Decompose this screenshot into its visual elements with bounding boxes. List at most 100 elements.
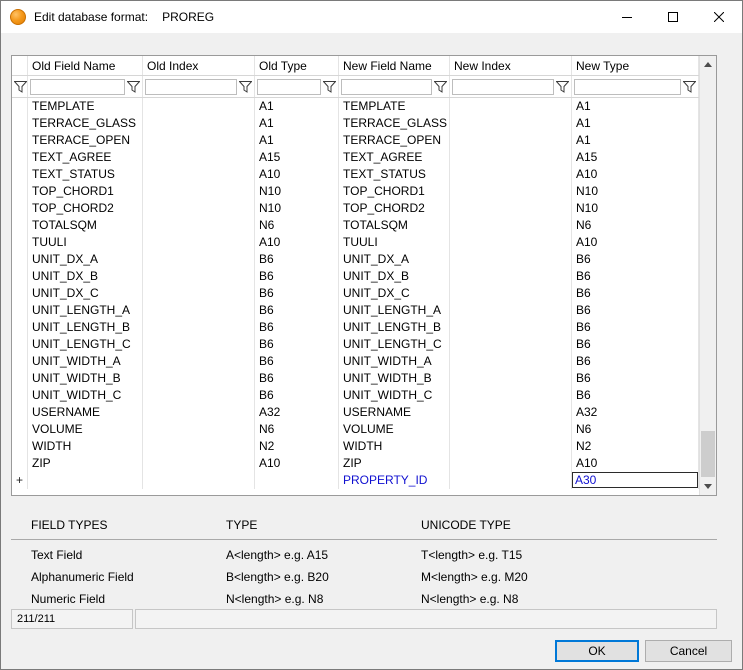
cell-new-type[interactable]: B6	[572, 285, 699, 302]
cell-old-index[interactable]	[143, 370, 255, 387]
cell-old-field-name[interactable]: UNIT_WIDTH_A	[28, 353, 143, 370]
cell-old-index[interactable]	[143, 200, 255, 217]
cell-new-field-name[interactable]: USERNAME	[339, 404, 450, 421]
filter-funnel-icon[interactable]	[239, 81, 252, 93]
cell-new-type[interactable]: B6	[572, 336, 699, 353]
cell-old-index[interactable]	[143, 149, 255, 166]
cell-new-type[interactable]: A10	[572, 166, 699, 183]
cell-old-index[interactable]	[143, 421, 255, 438]
cell-old-field-name[interactable]: UNIT_LENGTH_A	[28, 302, 143, 319]
cell-old-field-name[interactable]: TOTALSQM	[28, 217, 143, 234]
cell-new-type[interactable]: B6	[572, 370, 699, 387]
filter-input-old-type[interactable]	[257, 79, 321, 95]
filter-funnel-icon[interactable]	[14, 81, 27, 93]
cell-new-field-name[interactable]: ZIP	[339, 455, 450, 472]
cell-old-field-name[interactable]: TUULI	[28, 234, 143, 251]
cell-new-index[interactable]	[450, 336, 572, 353]
cell-new-index[interactable]	[450, 200, 572, 217]
cell-new-field-name[interactable]: TOTALSQM	[339, 217, 450, 234]
cell-old-type[interactable]: B6	[255, 302, 339, 319]
scrollbar-thumb[interactable]	[701, 431, 715, 477]
cell-old-type[interactable]: A10	[255, 166, 339, 183]
filter-funnel-icon[interactable]	[323, 81, 336, 93]
cell-old-field-name[interactable]: TERRACE_GLASS	[28, 115, 143, 132]
filter-funnel-icon[interactable]	[556, 81, 569, 93]
table-row[interactable]: VOLUME N6 VOLUME N6	[12, 421, 699, 438]
cell-new-field-name[interactable]: UNIT_WIDTH_A	[339, 353, 450, 370]
cell-old-type[interactable]: B6	[255, 353, 339, 370]
ok-button[interactable]: OK	[555, 640, 639, 662]
cell-new-type[interactable]: N10	[572, 183, 699, 200]
cell-new-field-name[interactable]: TEXT_STATUS	[339, 166, 450, 183]
cell-old-index[interactable]	[143, 268, 255, 285]
cell-old-type[interactable]: N6	[255, 421, 339, 438]
cell-new-type[interactable]: A1	[572, 98, 699, 115]
cell-new-field-name[interactable]: UNIT_DX_C	[339, 285, 450, 302]
cell-new-type[interactable]: N6	[572, 421, 699, 438]
cell-old-type[interactable]: A10	[255, 455, 339, 472]
table-row[interactable]: UNIT_DX_A B6 UNIT_DX_A B6	[12, 251, 699, 268]
table-row[interactable]: TEXT_STATUS A10 TEXT_STATUS A10	[12, 166, 699, 183]
cell-old-type[interactable]: B6	[255, 251, 339, 268]
cell-new-type[interactable]: B6	[572, 353, 699, 370]
vertical-scrollbar[interactable]	[699, 56, 716, 495]
cell-old-index[interactable]	[143, 472, 255, 489]
cell-new-field-name[interactable]: PROPERTY_ID	[339, 472, 450, 489]
cell-old-index[interactable]	[143, 98, 255, 115]
table-row[interactable]: ZIP A10 ZIP A10	[12, 455, 699, 472]
cell-old-type[interactable]: A1	[255, 98, 339, 115]
cell-new-type[interactable]: A10	[572, 455, 699, 472]
cell-old-field-name[interactable]: TERRACE_OPEN	[28, 132, 143, 149]
table-row[interactable]: UNIT_LENGTH_C B6 UNIT_LENGTH_C B6	[12, 336, 699, 353]
table-row[interactable]: TOP_CHORD1 N10 TOP_CHORD1 N10	[12, 183, 699, 200]
cell-old-index[interactable]	[143, 438, 255, 455]
cell-old-type[interactable]: A1	[255, 132, 339, 149]
cell-old-type[interactable]: A10	[255, 234, 339, 251]
cell-new-type[interactable]: A32	[572, 404, 699, 421]
cell-old-type[interactable]	[255, 472, 339, 489]
cell-old-field-name[interactable]: TEMPLATE	[28, 98, 143, 115]
cell-new-index[interactable]	[450, 387, 572, 404]
cell-old-field-name[interactable]: UNIT_LENGTH_C	[28, 336, 143, 353]
cell-old-index[interactable]	[143, 387, 255, 404]
table-row[interactable]: TERRACE_OPEN A1 TERRACE_OPEN A1	[12, 132, 699, 149]
cell-new-field-name[interactable]: TEMPLATE	[339, 98, 450, 115]
column-header-old-index[interactable]: Old Index	[143, 56, 255, 75]
cell-new-index[interactable]	[450, 132, 572, 149]
cell-old-index[interactable]	[143, 234, 255, 251]
cancel-button[interactable]: Cancel	[645, 640, 732, 662]
cell-new-index[interactable]	[450, 268, 572, 285]
new-field-row[interactable]: + PROPERTY_ID	[12, 472, 699, 489]
table-row[interactable]: UNIT_WIDTH_C B6 UNIT_WIDTH_C B6	[12, 387, 699, 404]
cell-new-index[interactable]	[450, 149, 572, 166]
column-header-old-field-name[interactable]: Old Field Name	[28, 56, 143, 75]
filter-input-new-field-name[interactable]	[341, 79, 432, 95]
scroll-up-button[interactable]	[700, 56, 716, 73]
table-row[interactable]: TUULI A10 TUULI A10	[12, 234, 699, 251]
filter-funnel-icon[interactable]	[683, 81, 696, 93]
table-row[interactable]: UNIT_DX_C B6 UNIT_DX_C B6	[12, 285, 699, 302]
cell-new-index[interactable]	[450, 438, 572, 455]
cell-new-type[interactable]: B6	[572, 302, 699, 319]
table-row[interactable]: TERRACE_GLASS A1 TERRACE_GLASS A1	[12, 115, 699, 132]
cell-new-index[interactable]	[450, 404, 572, 421]
cell-new-type[interactable]: A1	[572, 132, 699, 149]
table-row[interactable]: UNIT_DX_B B6 UNIT_DX_B B6	[12, 268, 699, 285]
table-row[interactable]: UNIT_LENGTH_A B6 UNIT_LENGTH_A B6	[12, 302, 699, 319]
table-row[interactable]: TOP_CHORD2 N10 TOP_CHORD2 N10	[12, 200, 699, 217]
table-row[interactable]: UNIT_WIDTH_A B6 UNIT_WIDTH_A B6	[12, 353, 699, 370]
cell-old-type[interactable]: B6	[255, 370, 339, 387]
cell-new-type[interactable]: N6	[572, 217, 699, 234]
cell-old-type[interactable]: B6	[255, 336, 339, 353]
cell-new-index[interactable]	[450, 183, 572, 200]
cell-old-index[interactable]	[143, 353, 255, 370]
filter-input-new-type[interactable]	[574, 79, 681, 95]
cell-new-field-name[interactable]: UNIT_LENGTH_C	[339, 336, 450, 353]
cell-old-index[interactable]	[143, 217, 255, 234]
scroll-down-button[interactable]	[700, 478, 716, 495]
cell-new-type[interactable]: A10	[572, 234, 699, 251]
table-row[interactable]: USERNAME A32 USERNAME A32	[12, 404, 699, 421]
cell-old-index[interactable]	[143, 302, 255, 319]
cell-new-index[interactable]	[450, 251, 572, 268]
table-row[interactable]: TOTALSQM N6 TOTALSQM N6	[12, 217, 699, 234]
